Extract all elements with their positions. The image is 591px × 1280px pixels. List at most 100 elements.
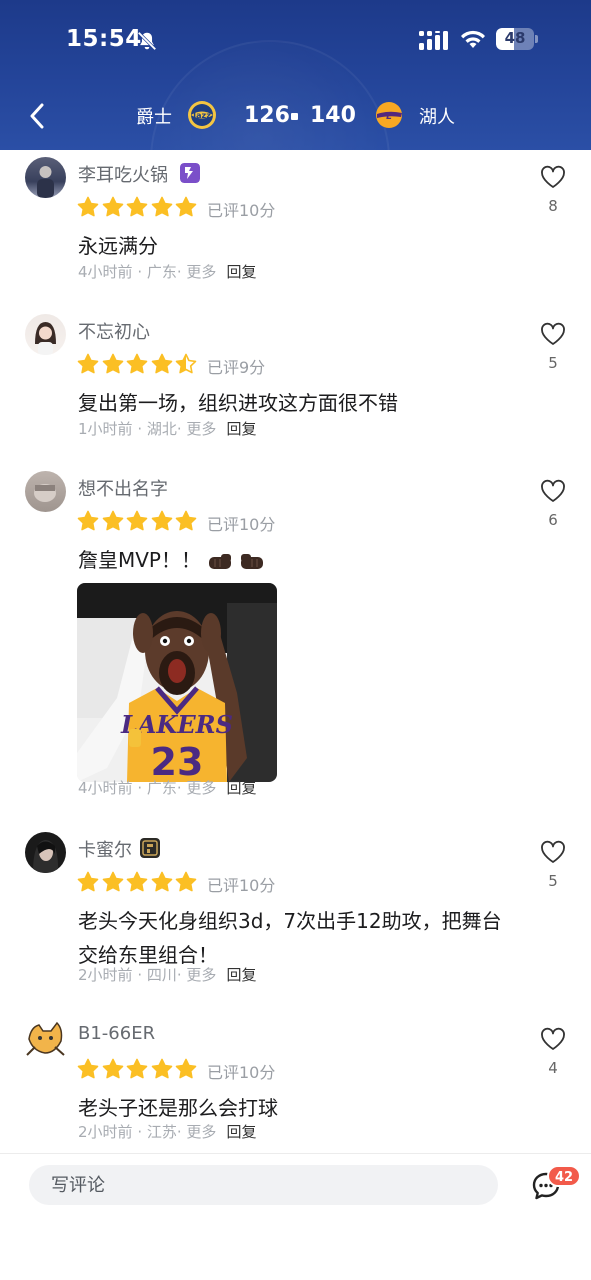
comment-location: 湖北 [146,420,177,438]
heart-icon[interactable] [540,840,566,864]
star-icon [102,353,123,374]
player-photo-image: LAKERS 23 [77,583,277,782]
username[interactable]: 卡蜜尔 [78,836,132,862]
jazz-logo-icon[interactable]: Jazz [187,100,217,130]
away-score: 140 [310,103,356,128]
status-time: 15:54 [66,26,142,52]
like-count: 6 [548,511,558,529]
reply-button[interactable]: 回复 [226,779,256,797]
signal-icon [419,31,448,50]
score-separator [291,113,298,120]
more-link[interactable]: 更多 [186,263,216,281]
comment-location: 四川 [146,966,177,984]
username[interactable]: 想不出名字 [78,475,168,501]
svg-text:Jazz: Jazz [192,111,211,120]
back-arrow-icon[interactable] [26,101,48,131]
more-link[interactable]: 更多 [186,420,216,438]
comment-text-content: 詹皇MVP！！ [78,548,201,572]
fist-bump-emoji-icon [209,553,263,569]
comment-location: 广东 [146,263,177,281]
comment-meta: 4小时前 · 广东· 更多 回复 [78,263,257,281]
rating-text: 已评9分 [207,358,266,377]
lakers-logo-icon[interactable]: L [374,100,404,130]
reply-button[interactable]: 回复 [226,1123,256,1141]
star-icon [126,510,148,531]
comment-text: 永远满分 [78,234,158,258]
comment-meta: 2小时前 · 江苏· 更多 回复 [78,1123,257,1141]
comment-text: 詹皇MVP！！ [78,543,528,577]
star-icon [126,1058,148,1079]
more-link[interactable]: 更多 [186,966,216,984]
person-avatar-icon [35,322,56,355]
like-count: 8 [548,197,558,215]
username[interactable]: B1-66ER [78,1023,155,1044]
like-count: 4 [548,1059,558,1077]
heart-icon[interactable] [540,165,566,189]
star-icon [102,1058,123,1079]
rating-stars [77,1058,200,1080]
like-button[interactable]: 6 [538,479,568,539]
like-count: 5 [548,872,558,890]
comment-text: 复出第一场，组织进攻这方面很不错 [78,391,398,415]
heart-icon[interactable] [540,322,566,346]
level-badge-icon [180,163,200,183]
top-header: 15:54 48 爵士 Jazz 126 140 L 湖人 [0,0,591,150]
comment-time: 2小时前 [78,966,133,984]
star-icon [126,871,148,892]
bell-muted-icon [137,31,157,51]
star-icon [77,1058,99,1079]
like-button[interactable]: 5 [538,840,568,900]
battery-indicator: 48 [496,28,538,50]
reply-button[interactable]: 回复 [226,263,256,281]
home-score: 126 [244,103,290,128]
away-team-name[interactable]: 湖人 [419,103,455,129]
comment-meta: 4小时前 · 广东· 更多 回复 [78,779,257,797]
like-button[interactable]: 5 [538,322,568,382]
rating-stars [77,353,200,375]
blurry-avatar-icon [34,484,56,502]
star-icon [126,196,148,217]
star-icon [126,353,148,374]
rating-text: 已评10分 [207,515,276,534]
avatar[interactable] [25,314,66,355]
star-icon [102,871,123,892]
star-icon [77,510,99,531]
bottom-divider [0,1153,591,1154]
comment-text: 老头子还是那么会打球 [78,1096,278,1120]
write-comment-input[interactable] [29,1165,498,1205]
like-button[interactable]: 4 [538,1027,568,1087]
star-icon [102,510,123,531]
comment-meta: 2小时前 · 四川· 更多 回复 [78,966,257,984]
avatar[interactable] [25,1019,66,1060]
avatar[interactable] [25,471,66,512]
comment-time: 2小时前 [78,1123,133,1141]
rating-text: 已评10分 [207,1063,276,1082]
star-icon [102,196,123,217]
status-bar: 15:54 48 [0,22,591,58]
avatar[interactable] [25,157,66,198]
star-icon [77,871,99,892]
username[interactable]: 不忘初心 [78,318,150,344]
heart-icon[interactable] [540,479,566,503]
avatar[interactable] [25,832,66,873]
star-icon [151,353,173,374]
reply-button[interactable]: 回复 [226,420,256,438]
more-link[interactable]: 更多 [186,779,216,797]
heart-icon[interactable] [540,1027,566,1051]
star-icon [77,196,99,217]
star-icon [77,353,99,374]
home-team-name[interactable]: 爵士 [136,103,172,129]
person-avatar-icon [33,840,59,873]
rating-stars [77,510,200,532]
comments-button[interactable]: 42 [528,1165,582,1208]
rating-text: 已评10分 [207,876,276,895]
comment-photo[interactable]: LAKERS 23 [77,583,277,782]
rating-text: 已评10分 [207,201,276,220]
star-icon [151,1058,173,1079]
reply-button[interactable]: 回复 [226,966,256,984]
star-icon [151,510,173,531]
username[interactable]: 李耳吃火锅 [78,161,168,187]
like-button[interactable]: 8 [538,165,568,225]
battery-body: 48 [496,28,534,50]
more-link[interactable]: 更多 [186,1123,216,1141]
